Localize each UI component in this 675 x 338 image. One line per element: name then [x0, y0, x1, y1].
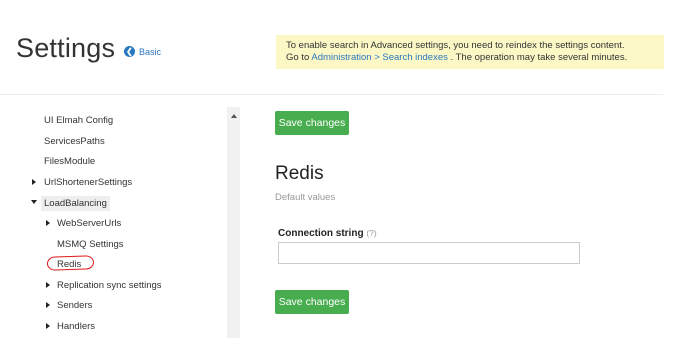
- basic-mode-toggle[interactable]: ❮ Basic: [124, 46, 161, 57]
- notice-line-1: To enable search in Advanced settings, y…: [286, 40, 625, 51]
- tree-item-ui-elmah-config[interactable]: UI Elmah Config: [44, 115, 113, 126]
- tree-item-web-server-urls[interactable]: WebServerUrls: [57, 218, 121, 229]
- help-link[interactable]: (?): [366, 228, 376, 238]
- connection-string-input[interactable]: [278, 242, 580, 264]
- collapse-caret-icon[interactable]: [31, 200, 37, 204]
- reindex-notice: To enable search in Advanced settings, y…: [276, 35, 664, 69]
- expand-caret-icon[interactable]: [32, 179, 36, 185]
- tree-item-senders[interactable]: Senders: [57, 300, 92, 311]
- expand-caret-icon[interactable]: [46, 220, 50, 226]
- save-changes-button-top[interactable]: Save changes: [275, 111, 349, 135]
- expand-caret-icon[interactable]: [46, 323, 50, 329]
- tree-item-redis[interactable]: Redis: [57, 259, 81, 270]
- tree-item-handlers[interactable]: Handlers: [57, 321, 95, 332]
- connection-string-label-text: Connection string: [278, 228, 364, 239]
- basic-mode-label: Basic: [139, 46, 162, 57]
- circle-arrow-left-icon: ❮: [124, 46, 135, 57]
- header-divider: [0, 94, 663, 95]
- tree-item-services-paths[interactable]: ServicesPaths: [44, 136, 105, 147]
- page-title: Settings: [16, 33, 116, 63]
- tree-item-files-module[interactable]: FilesModule: [44, 156, 95, 167]
- tree-item-msmq-settings[interactable]: MSMQ Settings: [57, 239, 124, 250]
- tree-item-url-shortener-settings[interactable]: UrlShortenerSettings: [44, 177, 132, 188]
- notice-line-2: Go to Administration > Search indexes . …: [286, 52, 654, 64]
- tree-item-replication-sync-settings[interactable]: Replication sync settings: [57, 280, 162, 291]
- expand-caret-icon[interactable]: [46, 282, 50, 288]
- tree-item-load-balancing[interactable]: LoadBalancing: [41, 196, 110, 211]
- scroll-up-arrow-icon[interactable]: [231, 114, 237, 118]
- expand-caret-icon[interactable]: [46, 302, 50, 308]
- sidebar-scrollbar[interactable]: [227, 107, 240, 338]
- section-title: Redis: [275, 163, 324, 184]
- notice-prefix: Go to: [286, 52, 312, 63]
- notice-suffix: . The operation may take several minutes…: [447, 52, 628, 63]
- search-indexes-link[interactable]: Administration > Search indexes: [311, 52, 448, 63]
- section-subtitle: Default values: [275, 192, 336, 203]
- save-changes-button-bottom[interactable]: Save changes: [275, 290, 349, 314]
- connection-string-label: Connection string (?): [278, 228, 377, 239]
